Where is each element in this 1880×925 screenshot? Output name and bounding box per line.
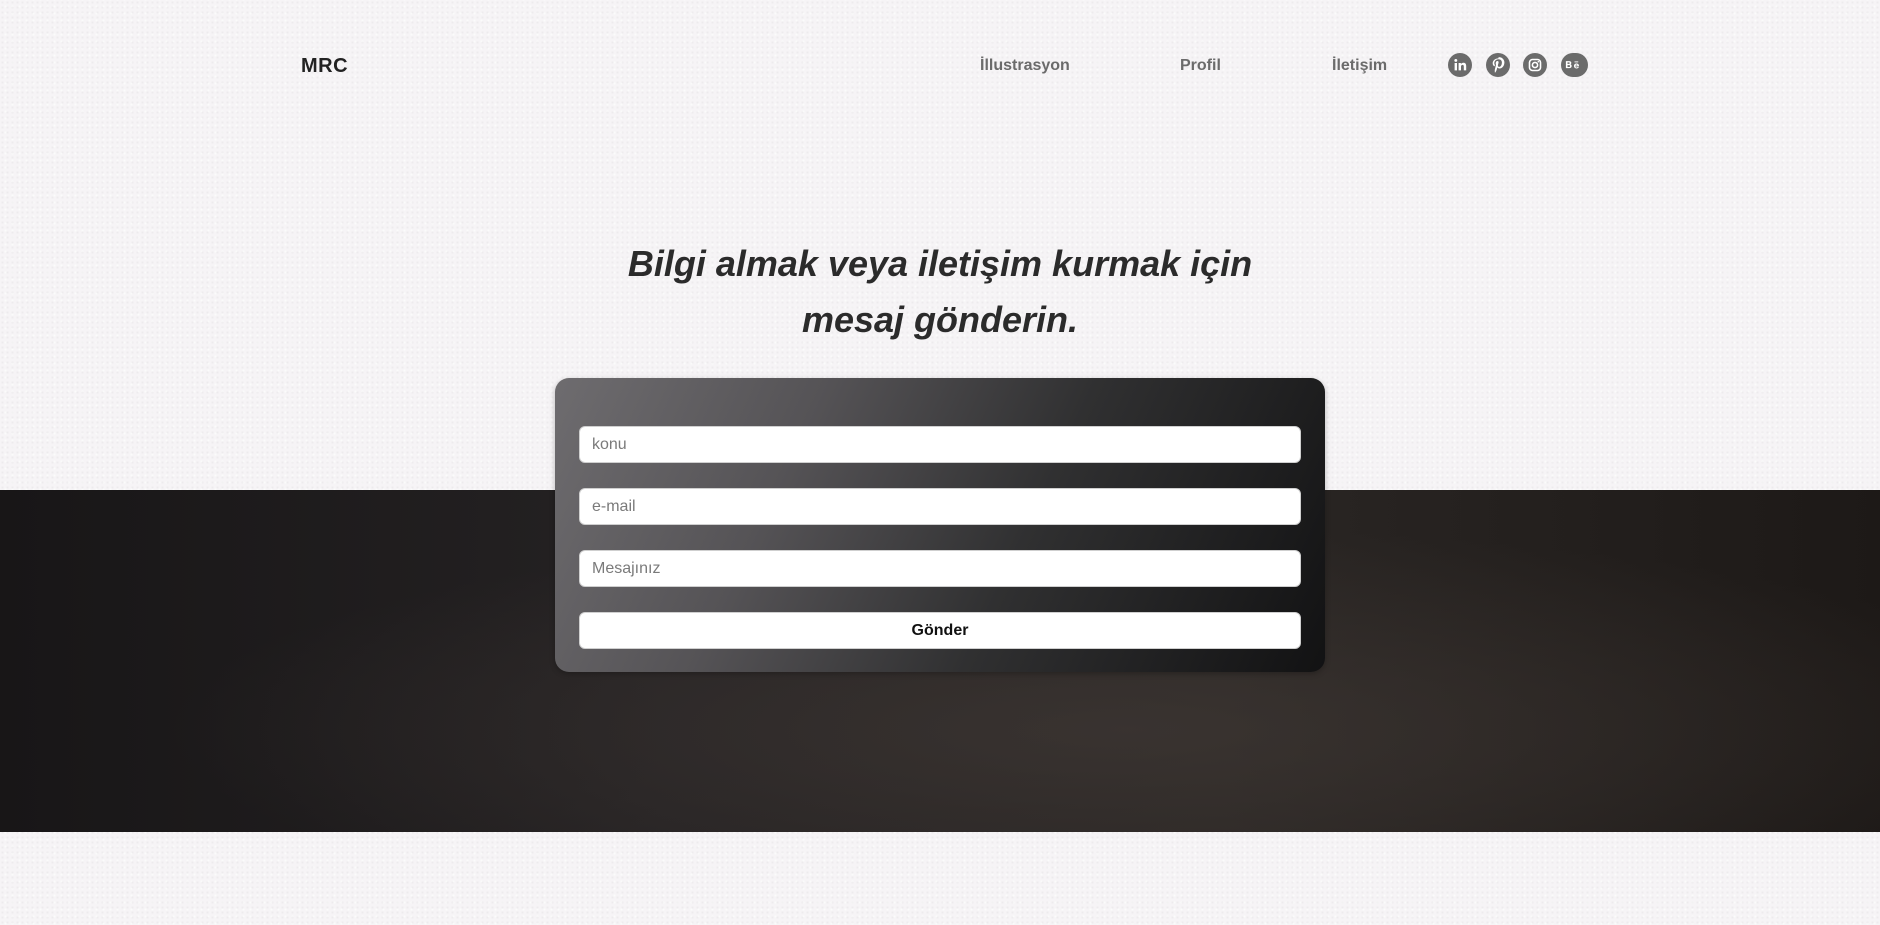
instagram-icon[interactable] <box>1523 53 1547 77</box>
heading-line-2: mesaj gönderin. <box>801 299 1079 340</box>
send-button[interactable]: Gönder <box>579 612 1301 649</box>
message-input[interactable] <box>579 550 1301 587</box>
subject-input[interactable] <box>579 426 1301 463</box>
nav-link-illustrasyon[interactable]: İllustrasyon <box>980 57 1070 75</box>
site-logo[interactable]: MRC <box>301 55 348 78</box>
contact-form: Gönder <box>555 378 1325 672</box>
linkedin-icon[interactable] <box>1448 53 1472 77</box>
site-header: MRC İllustrasyon Profil İletişim <box>0 0 1880 132</box>
pinterest-icon[interactable] <box>1486 53 1510 77</box>
nav-link-profil[interactable]: Profil <box>1180 57 1221 75</box>
nav-link-iletisim[interactable]: İletişim <box>1332 57 1387 75</box>
page-heading: Bilgi almak veya iletişim kurmak için me… <box>540 236 1340 348</box>
behance-icon[interactable] <box>1561 53 1588 77</box>
email-input[interactable] <box>579 488 1301 525</box>
heading-line-1: Bilgi almak veya iletişim kurmak için <box>627 243 1253 284</box>
